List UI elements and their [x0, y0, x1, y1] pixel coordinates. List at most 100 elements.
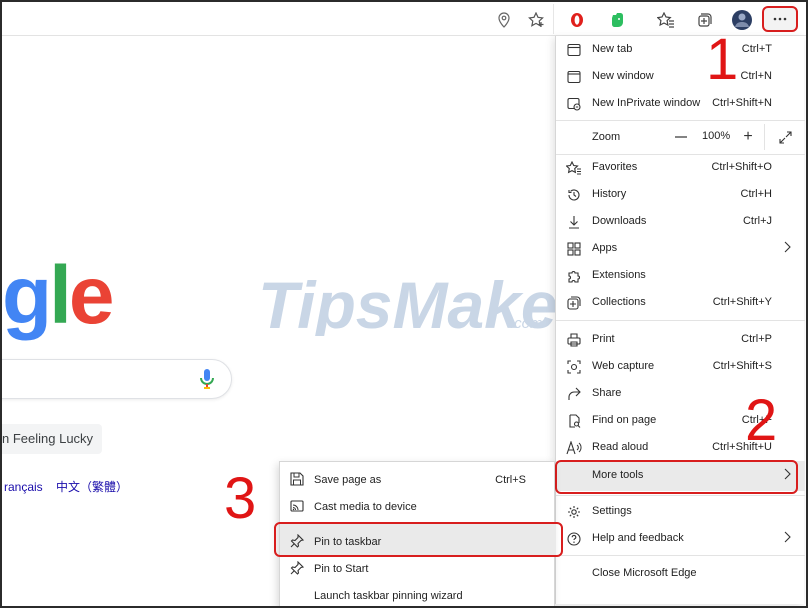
google-logo: gle — [2, 250, 115, 341]
zoom-in-button[interactable]: + — [737, 126, 759, 148]
menu-item-label: Favorites — [592, 161, 638, 173]
web-capture-icon — [566, 359, 582, 375]
submenu-item-save-page-as[interactable]: Save page as Ctrl+S — [280, 465, 556, 492]
logo-letter-e: e — [68, 250, 115, 341]
menu-item-shortcut: Ctrl+N — [740, 70, 772, 82]
language-link[interactable]: 中文（繁體） — [56, 480, 128, 494]
find-icon — [566, 413, 582, 429]
menu-item-label: Settings — [592, 505, 632, 517]
menu-item-print[interactable]: Print Ctrl+P — [556, 326, 805, 353]
settings-menu: New tab Ctrl+T New window Ctrl+N New InP… — [555, 36, 805, 604]
zoom-out-button[interactable] — [670, 126, 692, 148]
menu-item-web-capture[interactable]: Web capture Ctrl+Shift+S — [556, 353, 805, 380]
submenu-item-cast-media[interactable]: Cast media to device — [280, 492, 556, 519]
menu-item-label: Apps — [592, 242, 618, 254]
inprivate-icon — [566, 96, 582, 112]
menu-item-history[interactable]: History Ctrl+H — [556, 181, 805, 208]
submenu-item-label: Launch taskbar pinning wizard — [314, 590, 463, 602]
submenu-item-pin-to-start[interactable]: Pin to Start — [280, 554, 556, 581]
menu-item-shortcut: Ctrl+Shift+Y — [712, 296, 772, 308]
pin-icon — [289, 560, 305, 576]
apps-icon — [566, 241, 582, 257]
menu-item-label: New InPrivate window — [592, 97, 701, 109]
menu-item-label: Extensions — [592, 269, 646, 281]
add-favorite-icon[interactable] — [526, 9, 548, 31]
settings-and-more-button[interactable] — [762, 6, 798, 32]
menu-item-downloads[interactable]: Downloads Ctrl+J — [556, 208, 805, 235]
menu-item-favorites[interactable]: Favorites Ctrl+Shift+O — [556, 154, 805, 181]
new-tab-icon — [566, 42, 582, 58]
menu-divider — [556, 120, 805, 121]
help-icon — [566, 531, 582, 547]
microphone-icon[interactable] — [196, 366, 218, 392]
collections-icon — [566, 295, 582, 311]
zoom-label: Zoom — [592, 131, 621, 143]
menu-item-shortcut: Ctrl+P — [741, 333, 772, 345]
pin-to-taskbar-highlight — [274, 522, 563, 557]
menu-item-label: Help and feedback — [592, 532, 684, 544]
menu-item-collections[interactable]: Collections Ctrl+Shift+Y — [556, 289, 805, 316]
extensions-icon — [566, 268, 582, 284]
menu-item-label: Collections — [592, 296, 646, 308]
submenu-item-shortcut: Ctrl+S — [495, 474, 526, 486]
menu-item-apps[interactable]: Apps — [556, 235, 805, 262]
download-icon — [566, 214, 582, 230]
language-links: rançais 中文（繁體） — [4, 478, 138, 495]
submenu-item-label: Pin to Start — [314, 563, 369, 575]
share-icon — [566, 386, 582, 402]
fullscreen-icon[interactable] — [774, 126, 796, 148]
history-icon — [566, 187, 582, 203]
menu-item-label: Find on page — [592, 414, 657, 426]
favorites-icon — [566, 160, 582, 176]
save-icon — [289, 471, 305, 487]
step-number-2: 2 — [745, 388, 778, 453]
menu-item-shortcut: Ctrl+Shift+S — [712, 360, 772, 372]
menu-item-label: New tab — [592, 43, 633, 55]
window-icon — [566, 69, 582, 85]
menu-item-settings[interactable]: Settings — [556, 498, 805, 525]
menu-divider — [556, 555, 805, 556]
chevron-right-icon — [783, 531, 793, 545]
logo-letter-g: g — [2, 250, 52, 341]
menu-item-shortcut: Ctrl+H — [740, 188, 772, 200]
menu-item-new-inprivate-window[interactable]: New InPrivate window Ctrl+Shift+N — [556, 90, 805, 117]
menu-item-close-edge[interactable]: Close Microsoft Edge — [556, 560, 805, 587]
menu-item-help-and-feedback[interactable]: Help and feedback — [556, 525, 805, 552]
favorites-bar-icon[interactable] — [655, 9, 677, 31]
menu-item-label: Downloads — [592, 215, 647, 227]
location-icon[interactable] — [493, 9, 515, 31]
menu-divider — [556, 495, 805, 496]
zoom-level: 100% — [702, 130, 731, 142]
step-number-3: 3 — [224, 466, 257, 531]
watermark-suffix: .com — [510, 315, 543, 332]
menu-item-shortcut: Ctrl+Shift+N — [712, 97, 772, 109]
menu-item-shortcut: Ctrl+J — [742, 215, 772, 227]
opera-extension-icon[interactable] — [566, 9, 588, 31]
watermark-logo: TipsMake .com — [258, 272, 558, 336]
submenu-item-label: Cast media to device — [314, 501, 417, 513]
language-link[interactable]: rançais — [4, 480, 43, 494]
menu-divider — [556, 320, 805, 321]
menu-item-label: History — [592, 188, 627, 200]
menu-item-new-window[interactable]: New window Ctrl+N — [556, 63, 805, 90]
feeling-lucky-button[interactable]: n Feeling Lucky — [0, 424, 102, 454]
cast-icon — [289, 498, 305, 514]
menu-item-label: New window — [592, 70, 654, 82]
ellipsis-icon — [773, 17, 787, 21]
more-tools-highlight — [555, 460, 798, 494]
menu-item-label: Share — [592, 387, 622, 399]
logo-letter-l: l — [49, 250, 72, 341]
menu-item-shortcut: Ctrl+Shift+O — [711, 161, 772, 173]
address-bar[interactable] — [4, 4, 554, 34]
menu-item-new-tab[interactable]: New tab Ctrl+T — [556, 36, 805, 63]
menu-item-extensions[interactable]: Extensions — [556, 262, 805, 289]
menu-item-shortcut: Ctrl+T — [741, 43, 772, 55]
submenu-item-launch-pinning-wizard[interactable]: Launch taskbar pinning wizard — [280, 581, 556, 608]
evernote-extension-icon[interactable] — [606, 9, 628, 31]
menu-item-label: Web capture — [592, 360, 655, 372]
menu-item-label: Read aloud — [592, 441, 649, 453]
chevron-right-icon — [783, 241, 793, 255]
read-aloud-icon — [566, 440, 582, 456]
menu-item-label: Print — [592, 333, 615, 345]
menu-item-label: Close Microsoft Edge — [592, 567, 697, 579]
